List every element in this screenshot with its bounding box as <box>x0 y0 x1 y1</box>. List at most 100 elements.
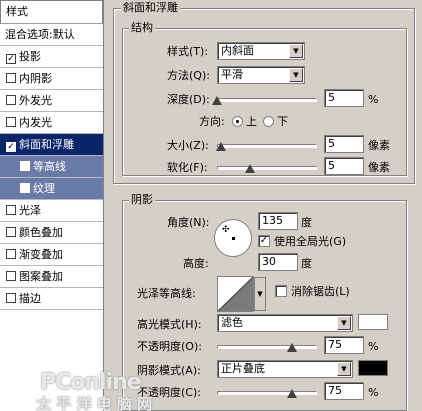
style-select-value: 内斜面 <box>221 44 254 57</box>
styles-items: 混合选项:默认 ✓ 投影 内阴影 外发光 内发光 ✓ 斜面和浮雕 等高线 纹理 光泽 颜色叠加 渐变叠加… <box>0 24 103 310</box>
style-item-checkbox[interactable] <box>6 227 16 237</box>
gloss-contour-label: 光泽等高线: <box>137 287 196 300</box>
watermark-subtitle: 太 平 洋 电 脑 网 <box>36 395 153 411</box>
direction-down-label: 下 <box>277 115 288 128</box>
highlight-color-swatch[interactable] <box>358 314 388 330</box>
depth-slider-thumb[interactable] <box>212 96 222 105</box>
technique-label: 方法(Q): <box>167 69 210 82</box>
style-item[interactable]: ✓ 斜面和浮雕 <box>0 134 103 156</box>
shadow-opacity-track[interactable] <box>217 391 317 395</box>
highlight-opacity-track[interactable] <box>217 345 317 349</box>
size-input[interactable]: 5 <box>324 135 364 153</box>
style-item-label: 光泽 <box>19 204 41 217</box>
style-item-label: 渐变叠加 <box>19 248 63 261</box>
shading-title: 阴影 <box>129 193 155 206</box>
style-item-checkbox[interactable] <box>20 183 30 193</box>
style-item-checkbox[interactable] <box>6 271 16 281</box>
style-item-checkbox[interactable] <box>6 73 16 83</box>
shadow-mode-select[interactable]: 正片叠底 ▼ <box>217 360 353 378</box>
highlight-mode-select[interactable]: 滤色 ▼ <box>217 314 353 332</box>
style-item[interactable]: 等高线 <box>0 156 103 178</box>
soften-slider-thumb[interactable] <box>245 164 255 173</box>
style-item[interactable]: 图案叠加 <box>0 266 103 288</box>
style-item[interactable]: 渐变叠加 <box>0 244 103 266</box>
contour-curve-icon <box>217 276 254 312</box>
bevel-emboss-title: 斜面和浮雕 <box>121 1 180 14</box>
contour-dropdown[interactable]: ▼ <box>254 277 266 311</box>
depth-unit: % <box>368 93 379 106</box>
soften-slider-track[interactable] <box>217 166 317 170</box>
highlight-mode-value: 滤色 <box>221 316 243 329</box>
shadow-opacity-thumb[interactable] <box>287 389 297 398</box>
size-label: 大小(Z): <box>167 139 209 152</box>
styles-list: 样式 混合选项:默认 ✓ 投影 内阴影 外发光 内发光 ✓ 斜面和浮雕 等高线 纹理 光泽 颜色叠加渐… <box>0 0 104 411</box>
angle-dial[interactable]: ✣ <box>214 219 252 257</box>
global-light-checkbox[interactable]: ✓ <box>258 235 270 247</box>
chevron-down-icon: ▼ <box>337 316 351 330</box>
chevron-down-icon: ▼ <box>257 290 263 298</box>
style-item-checkbox[interactable]: ✓ <box>6 54 16 64</box>
altitude-input[interactable]: 30 <box>258 253 298 271</box>
shadow-mode-value: 正片叠底 <box>221 362 265 375</box>
technique-select-value: 平滑 <box>221 68 243 81</box>
highlight-mode-label: 高光模式(H): <box>137 318 202 331</box>
direction-down-radio[interactable] <box>263 116 274 127</box>
direction-up-label: 上 <box>246 115 257 128</box>
layer-style-dialog: 样式 混合选项:默认 ✓ 投影 内阴影 外发光 内发光 ✓ 斜面和浮雕 等高线 纹理 光泽 颜色叠加渐… <box>0 0 422 411</box>
size-slider-thumb[interactable] <box>216 142 226 151</box>
style-item-label: 颜色叠加 <box>19 226 63 239</box>
style-item[interactable]: 内发光 <box>0 112 103 134</box>
angle-label: 角度(N): <box>167 216 210 229</box>
soften-unit: 像素 <box>368 161 390 174</box>
highlight-opacity-label: 不透明度(O): <box>137 340 202 353</box>
style-item[interactable]: 内阴影 <box>0 68 103 90</box>
shadow-mode-label: 阴影模式(A): <box>137 364 201 377</box>
angle-unit: 度 <box>301 216 312 229</box>
style-item-label: 纹理 <box>33 182 55 195</box>
style-item-checkbox[interactable] <box>6 293 16 303</box>
gloss-contour-preview[interactable] <box>217 276 254 312</box>
chevron-down-icon: ▼ <box>337 362 351 376</box>
style-item-checkbox[interactable] <box>6 205 16 215</box>
highlight-opacity-thumb[interactable] <box>287 343 297 352</box>
direction-up-radio[interactable] <box>232 116 243 127</box>
anti-alias-label: 消除锯齿(L) <box>291 285 350 298</box>
chevron-down-icon: ▼ <box>289 68 303 82</box>
style-item-checkbox[interactable] <box>6 95 16 105</box>
styles-header[interactable]: 样式 <box>0 0 103 24</box>
style-item[interactable]: 光泽 <box>0 200 103 222</box>
style-item-checkbox[interactable] <box>20 161 30 171</box>
highlight-opacity-input[interactable]: 75 <box>324 336 364 354</box>
technique-select[interactable]: 平滑 ▼ <box>217 66 305 84</box>
style-item-label: 外发光 <box>19 94 52 107</box>
angle-input[interactable]: 135 <box>258 212 298 230</box>
depth-input[interactable]: 5 <box>324 89 364 107</box>
shadow-color-swatch[interactable] <box>358 360 388 376</box>
style-item-label: 内发光 <box>19 116 52 129</box>
global-light-label: 使用全局光(G) <box>274 235 347 248</box>
chevron-down-icon: ▼ <box>289 44 303 58</box>
structure-title: 结构 <box>129 21 155 34</box>
style-item[interactable]: 颜色叠加 <box>0 222 103 244</box>
style-item-checkbox[interactable] <box>6 249 16 259</box>
anti-alias-checkbox[interactable] <box>275 285 287 297</box>
style-item-label: 投影 <box>19 50 41 63</box>
style-item[interactable]: 纹理 <box>0 178 103 200</box>
style-item-label: 混合选项:默认 <box>5 28 75 41</box>
style-item[interactable]: ✓ 投影 <box>0 46 103 68</box>
style-item[interactable]: 混合选项:默认 <box>0 24 103 46</box>
size-slider-track[interactable] <box>217 144 317 148</box>
altitude-unit: 度 <box>301 257 312 270</box>
style-item-checkbox[interactable]: ✓ <box>6 142 16 152</box>
altitude-label: 高度: <box>183 257 209 270</box>
style-item-checkbox[interactable] <box>6 117 16 127</box>
soften-input[interactable]: 5 <box>324 157 364 175</box>
style-item-label: 等高线 <box>33 160 66 173</box>
direction-label: 方向: <box>199 115 225 128</box>
style-item[interactable]: 外发光 <box>0 90 103 112</box>
style-item[interactable]: 描边 <box>0 288 103 310</box>
depth-label: 深度(D): <box>167 93 210 106</box>
depth-slider-track[interactable] <box>217 98 317 102</box>
style-select[interactable]: 内斜面 ▼ <box>217 42 305 60</box>
shadow-opacity-input[interactable]: 75 <box>324 382 364 400</box>
